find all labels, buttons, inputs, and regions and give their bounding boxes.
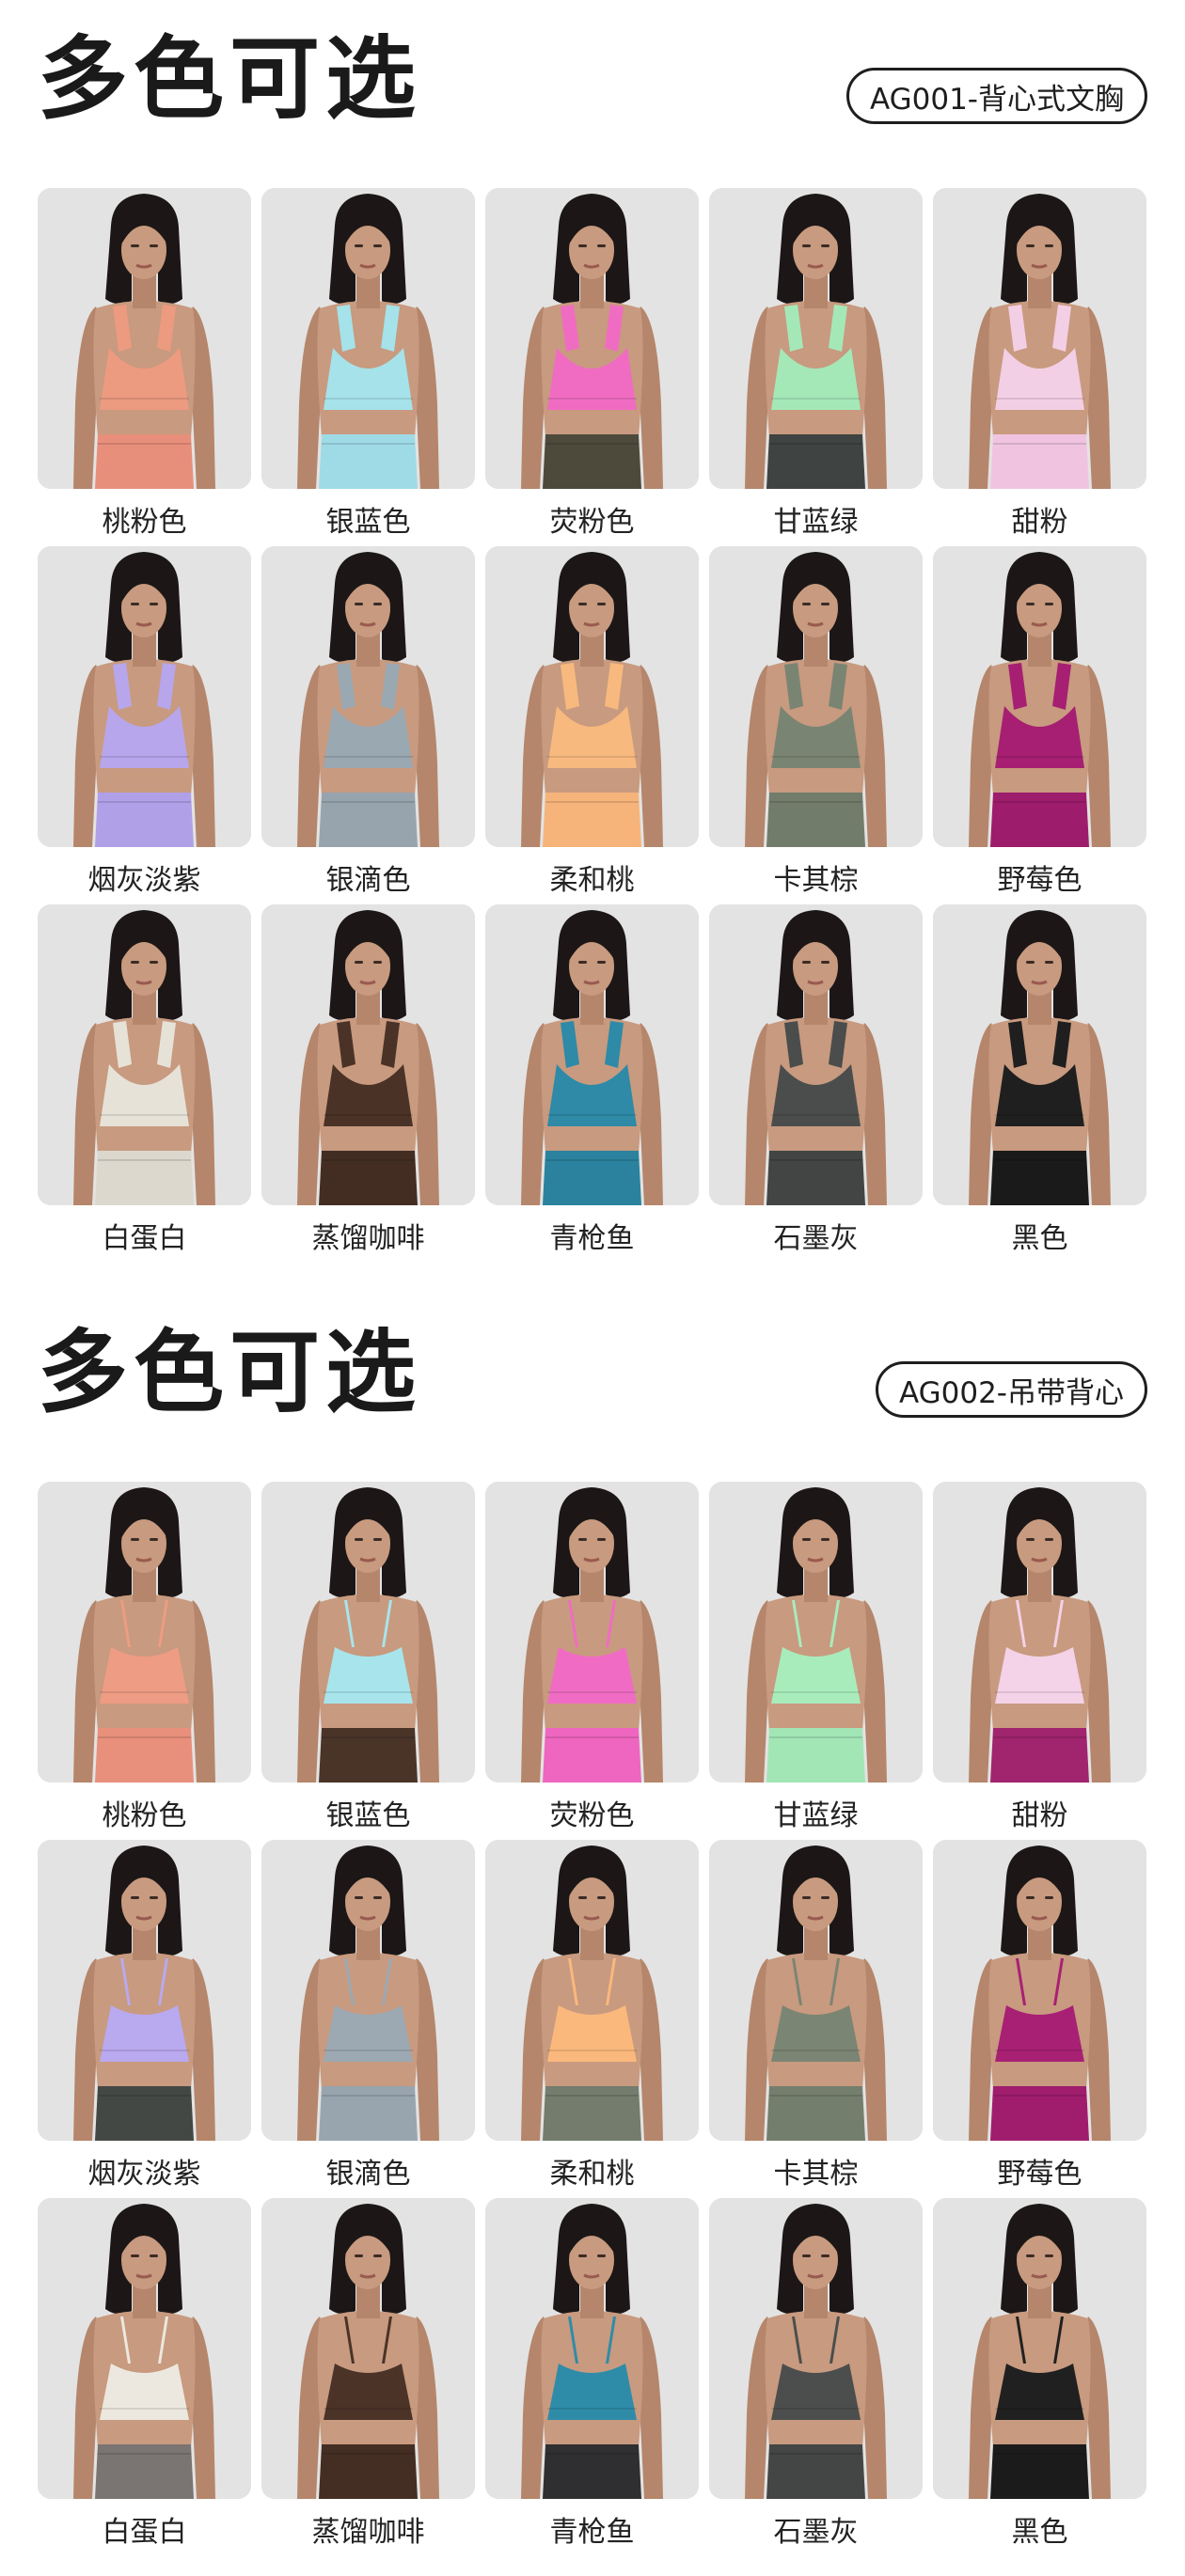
color-name-label: 柔和桃	[549, 2158, 635, 2191]
color-swatch-card: 甜粉	[933, 188, 1146, 539]
section-title: 多色可选	[38, 1320, 421, 1425]
color-name-label: 野莓色	[997, 864, 1082, 897]
color-name-label: 桃粉色	[102, 1799, 187, 1832]
product-code-badge: AG002-吊带背心	[875, 1361, 1147, 1418]
color-swatch-card: 石墨灰	[709, 904, 923, 1255]
color-swatch-card: 甜粉	[933, 1482, 1146, 1832]
color-name-label: 甘蓝绿	[773, 506, 859, 539]
color-name-label: 石墨灰	[773, 1222, 859, 1255]
model-photo	[709, 904, 923, 1205]
color-name-label: 烟灰淡紫	[87, 864, 201, 897]
model-photo	[38, 2198, 251, 2499]
color-name-label: 柔和桃	[549, 864, 635, 897]
color-swatch-card: 荧粉色	[485, 1482, 699, 1832]
model-photo	[38, 904, 251, 1205]
model-photo	[261, 904, 475, 1205]
color-swatch-card: 卡其棕	[709, 546, 923, 897]
model-photo	[485, 546, 699, 847]
color-name-label: 银蓝色	[325, 506, 411, 539]
color-name-label: 黑色	[1011, 1222, 1068, 1255]
model-photo	[933, 546, 1146, 847]
model-photo	[38, 1840, 251, 2141]
model-photo	[261, 2198, 475, 2499]
color-swatch-card: 青枪鱼	[485, 2198, 699, 2549]
color-name-label: 蒸馏咖啡	[311, 1222, 425, 1255]
color-swatch-card: 野莓色	[933, 1840, 1146, 2191]
color-swatch-card: 桃粉色	[38, 1482, 251, 1832]
model-photo	[709, 1840, 923, 2141]
color-swatch-card: 白蛋白	[38, 904, 251, 1255]
model-photo	[709, 2198, 923, 2499]
color-name-label: 甜粉	[1011, 1799, 1068, 1832]
color-swatch-card: 荧粉色	[485, 188, 699, 539]
model-photo	[933, 2198, 1146, 2499]
color-name-label: 蒸馏咖啡	[311, 2516, 425, 2549]
model-photo	[709, 188, 923, 489]
model-photo	[485, 904, 699, 1205]
color-name-label: 卡其棕	[773, 864, 859, 897]
model-photo	[38, 1482, 251, 1783]
model-photo	[709, 1482, 923, 1783]
model-photo	[485, 188, 699, 489]
color-name-label: 甘蓝绿	[773, 1799, 859, 1832]
color-name-label: 桃粉色	[102, 506, 187, 539]
color-swatch-card: 野莓色	[933, 546, 1146, 897]
color-name-label: 荧粉色	[549, 1799, 635, 1832]
color-swatch-card: 柔和桃	[485, 546, 699, 897]
color-name-label: 银滴色	[325, 864, 411, 897]
color-name-label: 青枪鱼	[549, 2516, 635, 2549]
model-photo	[485, 2198, 699, 2499]
color-swatch-card: 烟灰淡紫	[38, 546, 251, 897]
color-name-label: 黑色	[1011, 2516, 1068, 2549]
color-swatch-card: 甘蓝绿	[709, 188, 923, 539]
color-swatch-card: 银蓝色	[261, 1482, 475, 1832]
color-swatch-card: 白蛋白	[38, 2198, 251, 2549]
color-swatch-card: 黑色	[933, 2198, 1146, 2549]
color-name-label: 野莓色	[997, 2158, 1082, 2191]
color-name-label: 银滴色	[325, 2158, 411, 2191]
model-photo	[709, 546, 923, 847]
color-name-label: 白蛋白	[102, 1222, 187, 1255]
color-swatch-card: 黑色	[933, 904, 1146, 1255]
model-photo	[933, 1482, 1146, 1783]
model-photo	[38, 546, 251, 847]
color-swatch-card: 蒸馏咖啡	[261, 2198, 475, 2549]
model-photo	[261, 1840, 475, 2141]
model-photo	[261, 546, 475, 847]
color-swatch-card: 银蓝色	[261, 188, 475, 539]
color-name-label: 石墨灰	[773, 2516, 859, 2549]
color-swatch-card: 卡其棕	[709, 1840, 923, 2191]
color-name-label: 荧粉色	[549, 506, 635, 539]
model-photo	[933, 1840, 1146, 2141]
product-code-badge: AG001-背心式文胸	[845, 68, 1147, 124]
color-swatch-card: 蒸馏咖啡	[261, 904, 475, 1255]
color-swatch-card: 桃粉色	[38, 188, 251, 539]
model-photo	[485, 1482, 699, 1783]
model-photo	[261, 1482, 475, 1783]
color-swatch-card: 烟灰淡紫	[38, 1840, 251, 2191]
model-photo	[38, 188, 251, 489]
model-photo	[261, 188, 475, 489]
color-swatch-card: 石墨灰	[709, 2198, 923, 2549]
color-swatch-card: 银滴色	[261, 1840, 475, 2191]
color-name-label: 银蓝色	[325, 1799, 411, 1832]
color-name-label: 卡其棕	[773, 2158, 859, 2191]
color-swatch-card: 青枪鱼	[485, 904, 699, 1255]
model-photo	[485, 1840, 699, 2141]
color-name-label: 青枪鱼	[549, 1222, 635, 1255]
model-photo	[933, 904, 1146, 1205]
color-swatch-card: 甘蓝绿	[709, 1482, 923, 1832]
color-name-label: 烟灰淡紫	[87, 2158, 201, 2191]
color-name-label: 白蛋白	[102, 2516, 187, 2549]
color-name-label: 甜粉	[1011, 506, 1068, 539]
model-photo	[933, 188, 1146, 489]
color-swatch-card: 柔和桃	[485, 1840, 699, 2191]
color-swatch-card: 银滴色	[261, 546, 475, 897]
section-title: 多色可选	[38, 26, 421, 132]
